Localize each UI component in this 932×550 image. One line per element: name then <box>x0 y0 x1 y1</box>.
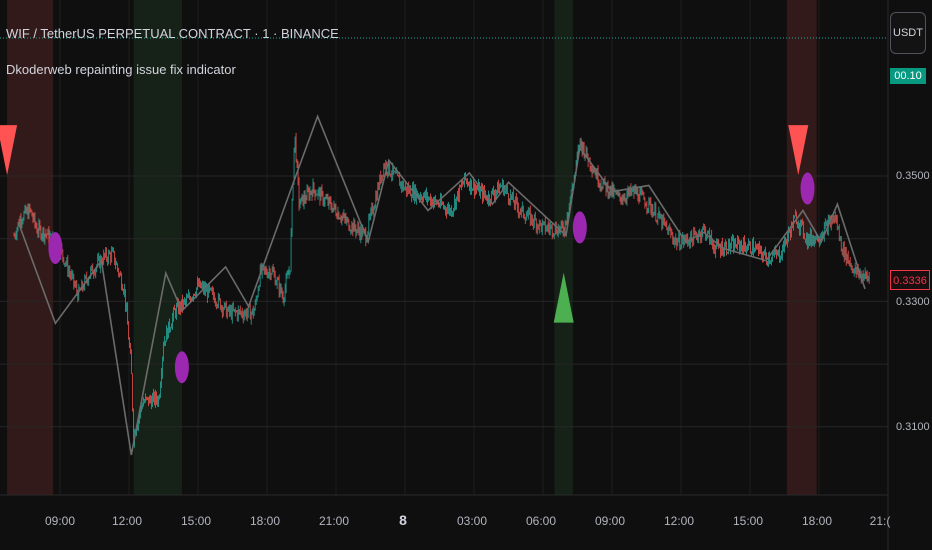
currency-unit-button[interactable]: USDT <box>890 12 926 54</box>
x-tick-label: 15:00 <box>732 514 764 528</box>
y-tick-label: 0.3500 <box>896 170 930 182</box>
x-tick-label: 09:00 <box>44 514 76 528</box>
chart-title: WIF / TetherUS PERPETUAL CONTRACT · 1 · … <box>6 26 339 41</box>
signal-circle-marker <box>48 232 63 265</box>
signal-markers <box>0 125 815 384</box>
x-tick-label: 03:00 <box>456 514 488 528</box>
x-tick-label: 12:00 <box>111 514 143 528</box>
x-tick-label-day: 8 <box>399 512 407 528</box>
signal-circle-marker <box>572 211 587 244</box>
x-tick-label: 21:00 <box>318 514 350 528</box>
x-tick-label: 06:00 <box>525 514 557 528</box>
x-tick-label: 09:00 <box>594 514 626 528</box>
signal-circle-marker <box>800 172 815 205</box>
indicator-name[interactable]: Dkoderweb repainting issue fix indicator <box>6 62 236 77</box>
price-chart[interactable] <box>0 0 932 550</box>
sell-zone <box>786 0 817 495</box>
signal-circle-marker <box>174 351 189 384</box>
buy-zone <box>554 0 573 495</box>
last-price-tag: 0.3336 <box>890 270 930 290</box>
x-tick-label: 12:00 <box>663 514 695 528</box>
x-tick-label: 15:00 <box>180 514 212 528</box>
y-tick-label: 0.3300 <box>896 296 930 308</box>
x-tick-label: 18:00 <box>249 514 281 528</box>
x-tick-label: 21:( <box>869 514 891 528</box>
y-tick-label: 0.3100 <box>896 421 930 433</box>
chart-window: WIF / TetherUS PERPETUAL CONTRACT · 1 · … <box>0 0 932 550</box>
upper-price-tag: 00.10 <box>890 68 926 84</box>
x-tick-label: 18:00 <box>801 514 833 528</box>
